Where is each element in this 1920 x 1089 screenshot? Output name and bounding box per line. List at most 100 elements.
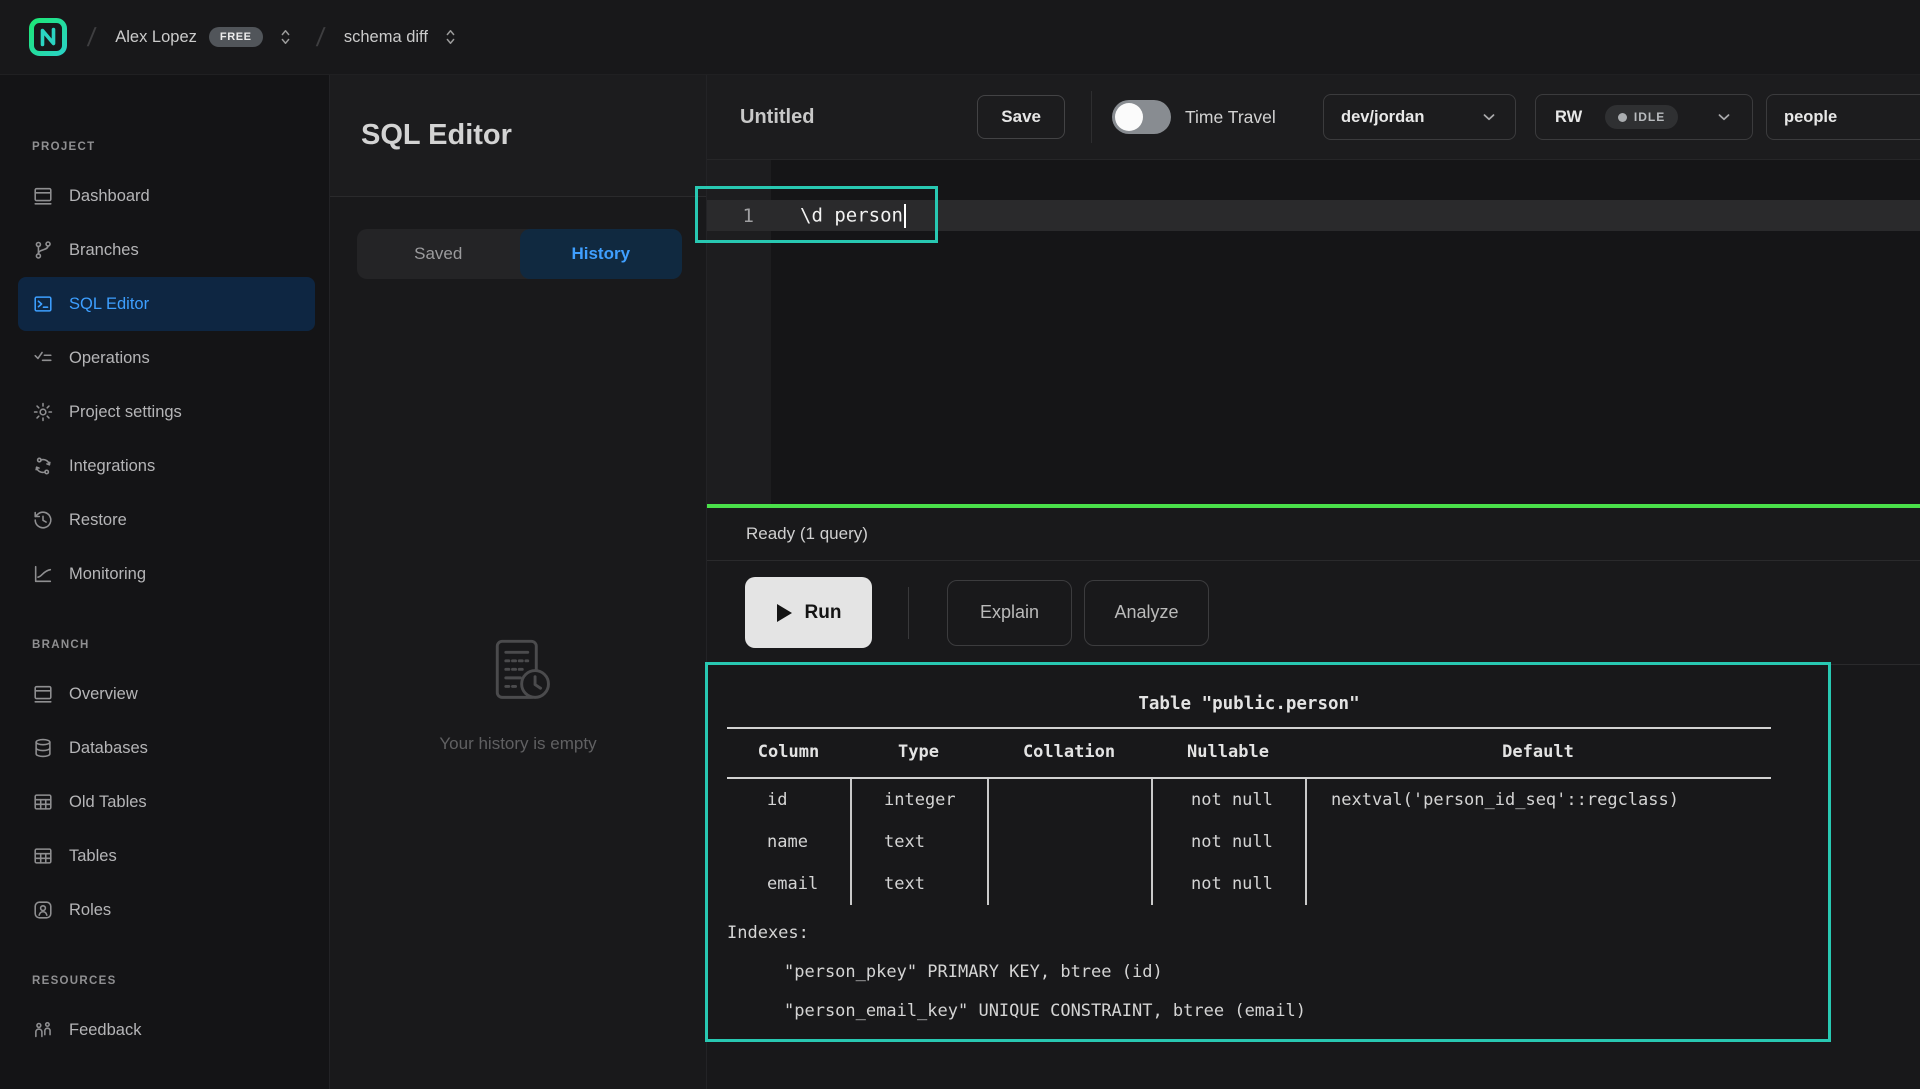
column-header: Type [850, 742, 987, 762]
sidebar-item-tables[interactable]: Tables [18, 829, 315, 883]
history-empty-state: Your history is empty [330, 634, 706, 754]
tab-history[interactable]: History [520, 229, 683, 279]
sidebar-item-label: Branches [69, 241, 139, 260]
sidebar: PROJECT Dashboard Branches [0, 75, 330, 1089]
column-header: Column [727, 742, 850, 762]
analyze-button[interactable]: Analyze [1084, 580, 1209, 646]
feedback-icon [32, 1019, 54, 1041]
database-select[interactable]: people [1766, 94, 1920, 140]
cell-default: nextval('person_id_seq'::regclass) [1305, 779, 1771, 821]
sidebar-item-label: Tables [69, 847, 117, 866]
sidebar-item-old-tables[interactable]: Old Tables [18, 775, 315, 829]
section-label-project: PROJECT [32, 141, 329, 153]
sidebar-item-integrations[interactable]: Integrations [18, 439, 315, 493]
history-panel-header: SQL Editor [330, 75, 706, 197]
restore-icon [32, 509, 54, 531]
sidebar-item-label: Project settings [69, 403, 182, 422]
empty-history-icon [479, 634, 557, 712]
roles-icon [32, 899, 54, 921]
neon-console: / Alex Lopez FREE / schema diff PROJECT [0, 0, 1920, 1089]
time-travel-toggle[interactable] [1112, 100, 1171, 134]
breadcrumb-org: Alex Lopez FREE [115, 22, 296, 52]
table-row: email text not null [727, 863, 1771, 905]
breadcrumb-project: schema diff [344, 22, 462, 52]
section-label-branch: BRANCH [32, 639, 329, 651]
org-name: Alex Lopez [115, 28, 197, 47]
sidebar-item-monitoring[interactable]: Monitoring [18, 547, 315, 601]
status-text: Ready (1 query) [746, 524, 868, 544]
org-selector-icon[interactable] [275, 22, 297, 52]
sidebar-item-restore[interactable]: Restore [18, 493, 315, 547]
sidebar-item-label: Roles [69, 901, 111, 920]
sidebar-item-label: Integrations [69, 457, 155, 476]
cell-collation [987, 779, 1151, 821]
cell-column: name [727, 821, 850, 863]
tab-saved[interactable]: Saved [357, 229, 520, 279]
run-button[interactable]: Run [745, 577, 872, 648]
table-row: id integer not null nextval('person_id_s… [727, 779, 1771, 821]
sidebar-item-feedback[interactable]: Feedback [18, 1003, 315, 1057]
sidebar-item-dashboard[interactable]: Dashboard [18, 169, 315, 223]
page-title: SQL Editor [361, 119, 512, 152]
sidebar-item-branches[interactable]: Branches [18, 223, 315, 277]
actions-divider [908, 587, 909, 639]
breadcrumb-separator: / [86, 22, 98, 53]
history-panel: SQL Editor Saved History Your history is… [330, 75, 707, 1089]
integrations-icon [32, 455, 54, 477]
table-grid-icon [32, 791, 54, 813]
sidebar-item-sql-editor[interactable]: SQL Editor [18, 277, 315, 331]
text-cursor [904, 204, 906, 228]
compute-select[interactable]: RW IDLE [1535, 94, 1753, 140]
monitoring-icon [32, 563, 54, 585]
section-label-resources: RESOURCES [32, 975, 329, 987]
cell-default [1305, 863, 1771, 905]
cell-column: email [727, 863, 850, 905]
compute-status-badge: IDLE [1605, 105, 1678, 129]
column-header: Nullable [1151, 742, 1305, 762]
database-icon [32, 737, 54, 759]
sidebar-item-databases[interactable]: Databases [18, 721, 315, 775]
status-bar: Ready (1 query) [707, 508, 1920, 561]
editor-header-left: Untitled Save [707, 91, 1092, 143]
breadcrumb-separator: / [314, 22, 326, 53]
sidebar-item-roles[interactable]: Roles [18, 883, 315, 937]
sidebar-item-label: Overview [69, 685, 138, 704]
editor-header-right: Time Travel dev/jordan RW IDLE [1092, 94, 1920, 140]
cell-column: id [727, 779, 850, 821]
sidebar-item-operations[interactable]: Operations [18, 331, 315, 385]
sidebar-item-overview[interactable]: Overview [18, 667, 315, 721]
psql-output: Table "public.person" Column Type Collat… [727, 662, 1771, 1031]
save-button[interactable]: Save [977, 95, 1065, 139]
explain-button[interactable]: Explain [947, 580, 1072, 646]
branch-select[interactable]: dev/jordan [1323, 94, 1516, 140]
sidebar-item-label: Operations [69, 349, 150, 368]
indexes-label: Indexes: [727, 914, 1771, 953]
editor-actions: Run Explain Analyze [707, 561, 1920, 665]
chevron-down-icon [1480, 108, 1498, 126]
overview-icon [32, 683, 54, 705]
results-panel: Table "public.person" Column Type Collat… [707, 665, 1920, 1089]
cell-collation [987, 863, 1151, 905]
status-dot-icon [1618, 113, 1627, 122]
neon-logo-icon[interactable] [28, 17, 68, 57]
cell-type: text [850, 863, 987, 905]
cell-nullable: not null [1151, 863, 1305, 905]
history-empty-text: Your history is empty [439, 734, 596, 754]
index-entry: "person_email_key" UNIQUE CONSTRAINT, bt… [727, 992, 1771, 1031]
sidebar-item-label: Restore [69, 511, 127, 530]
sidebar-item-project-settings[interactable]: Project settings [18, 385, 315, 439]
branch-select-value: dev/jordan [1341, 108, 1424, 127]
sidebar-item-label: Monitoring [69, 565, 146, 584]
query-title: Untitled [740, 106, 814, 129]
code-text: \d person [771, 204, 906, 228]
sidebar-item-label: Dashboard [69, 187, 150, 206]
cell-nullable: not null [1151, 779, 1305, 821]
toggle-knob [1115, 103, 1143, 131]
code-line-1[interactable]: 1 \d person [707, 200, 1920, 231]
column-header: Default [1305, 742, 1771, 762]
operations-icon [32, 347, 54, 369]
code-editor[interactable]: 1 \d person [707, 160, 1920, 504]
table-row: name text not null [727, 821, 1771, 863]
sidebar-item-label: Feedback [69, 1021, 141, 1040]
project-selector-icon[interactable] [440, 22, 462, 52]
